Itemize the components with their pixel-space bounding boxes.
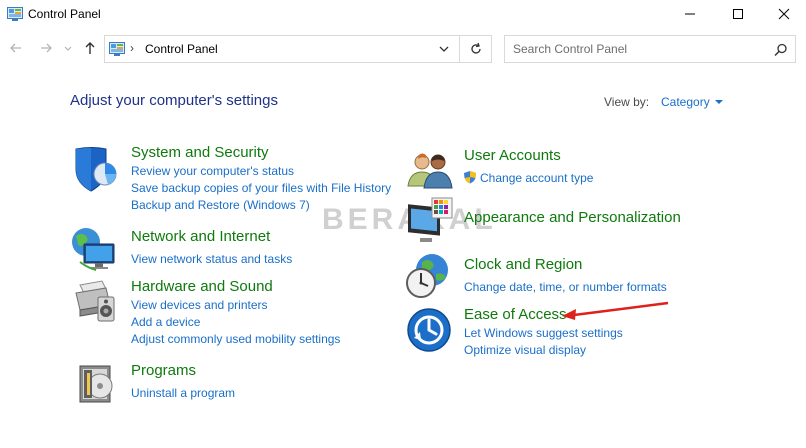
control-panel-icon xyxy=(7,7,23,21)
chevron-down-icon xyxy=(64,46,72,51)
review-computer-status-link[interactable]: Review your computer's status xyxy=(131,164,294,178)
search-box[interactable] xyxy=(504,35,796,63)
back-button[interactable] xyxy=(8,40,24,56)
minimize-icon xyxy=(685,13,695,15)
ease-of-access-link[interactable]: Ease of Access xyxy=(464,306,567,323)
user-accounts-link[interactable]: User Accounts xyxy=(464,147,561,164)
file-history-link[interactable]: Save backup copies of your files with Fi… xyxy=(131,181,391,195)
maximize-button[interactable] xyxy=(716,0,760,28)
caret-down-icon xyxy=(714,100,723,104)
add-device-link[interactable]: Add a device xyxy=(131,315,200,329)
view-by-value[interactable]: Category xyxy=(661,95,710,109)
breadcrumb-control-panel[interactable]: Control Panel xyxy=(145,42,218,56)
printer-speaker-icon[interactable] xyxy=(72,275,120,323)
page-title: Adjust your computer's settings xyxy=(70,92,278,109)
title-bar: Control Panel xyxy=(0,0,806,30)
search-input[interactable] xyxy=(505,36,765,62)
monitor-palette-icon[interactable] xyxy=(406,196,454,244)
arrow-left-icon xyxy=(10,43,21,53)
backup-restore-link[interactable]: Backup and Restore (Windows 7) xyxy=(131,198,310,212)
window-title: Control Panel xyxy=(28,7,101,21)
mobility-settings-link[interactable]: Adjust commonly used mobility settings xyxy=(131,332,340,346)
close-button[interactable] xyxy=(762,0,806,28)
up-button[interactable] xyxy=(82,40,98,56)
maximize-icon xyxy=(733,9,743,19)
system-and-security-link[interactable]: System and Security xyxy=(131,144,269,161)
clock-and-region-link[interactable]: Clock and Region xyxy=(464,256,582,273)
refresh-button[interactable] xyxy=(467,40,485,58)
network-globe-icon[interactable] xyxy=(70,224,118,272)
minimize-button[interactable] xyxy=(668,0,712,28)
breadcrumb-separator[interactable]: › xyxy=(130,41,134,55)
view-by-dropdown[interactable]: Category xyxy=(661,95,723,109)
network-and-internet-link[interactable]: Network and Internet xyxy=(131,228,270,245)
ease-of-access-icon[interactable] xyxy=(406,308,454,356)
change-date-time-link[interactable]: Change date, time, or number formats xyxy=(464,280,667,294)
view-by-label: View by: xyxy=(604,95,650,109)
arrow-up-icon xyxy=(85,42,95,54)
arrow-right-icon xyxy=(41,43,52,53)
users-icon[interactable] xyxy=(406,148,454,196)
address-bar[interactable]: › Control Panel xyxy=(104,35,492,63)
chevron-down-icon xyxy=(439,46,449,52)
uninstall-program-link[interactable]: Uninstall a program xyxy=(131,386,235,400)
address-divider xyxy=(459,36,460,62)
appearance-personalization-link[interactable]: Appearance and Personalization xyxy=(464,209,681,226)
hardware-and-sound-link[interactable]: Hardware and Sound xyxy=(131,278,273,295)
uac-shield-icon xyxy=(463,170,477,184)
shield-icon[interactable] xyxy=(72,145,120,193)
clock-globe-icon[interactable] xyxy=(404,252,452,300)
optimize-visual-display-link[interactable]: Optimize visual display xyxy=(464,343,586,357)
control-panel-icon xyxy=(109,42,125,56)
programs-disc-icon[interactable] xyxy=(74,358,122,406)
refresh-icon xyxy=(471,42,481,54)
close-icon xyxy=(778,8,790,20)
search-icon[interactable] xyxy=(773,42,789,58)
forward-button[interactable] xyxy=(38,40,54,56)
windows-suggest-settings-link[interactable]: Let Windows suggest settings xyxy=(464,326,623,340)
recent-locations-button[interactable] xyxy=(62,40,74,56)
change-account-type-link[interactable]: Change account type xyxy=(480,171,593,185)
annotation-arrow-icon xyxy=(562,301,669,320)
address-history-button[interactable] xyxy=(435,40,453,58)
devices-printers-link[interactable]: View devices and printers xyxy=(131,298,268,312)
programs-link[interactable]: Programs xyxy=(131,362,196,379)
navigation-bar: › Control Panel xyxy=(0,34,806,64)
network-status-link[interactable]: View network status and tasks xyxy=(131,252,292,266)
